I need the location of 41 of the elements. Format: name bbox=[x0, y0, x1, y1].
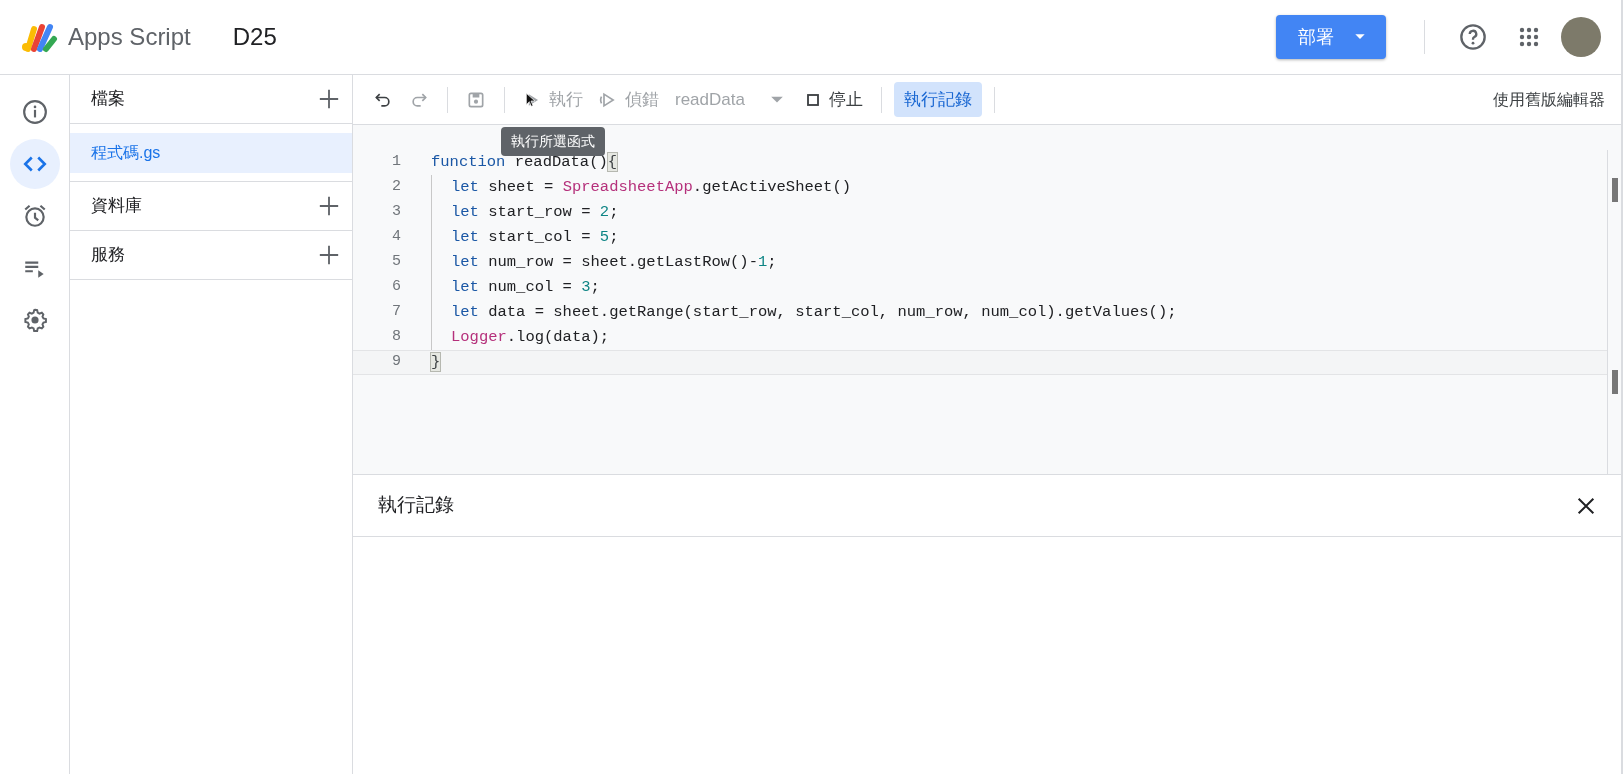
file-item[interactable]: 程式碼.gs bbox=[70, 133, 352, 173]
line-number: 8 bbox=[391, 327, 401, 348]
line-number: 5 bbox=[391, 252, 401, 273]
plus-icon bbox=[318, 195, 340, 217]
tooltip: 執行所選函式 bbox=[501, 127, 605, 156]
panel-title: 執行記錄 bbox=[378, 493, 454, 518]
line-number: 9 bbox=[391, 352, 401, 373]
apps-grid-icon bbox=[1517, 25, 1541, 49]
avatar[interactable] bbox=[1561, 17, 1601, 57]
stop-button[interactable]: 停止 bbox=[796, 82, 869, 117]
code-line: let start_col = 5; bbox=[451, 226, 619, 248]
code-line: let start_row = 2; bbox=[451, 201, 619, 223]
add-button[interactable] bbox=[318, 88, 340, 110]
plus-icon bbox=[318, 88, 340, 110]
deploy-button[interactable]: 部署 bbox=[1276, 15, 1386, 59]
plus-icon bbox=[318, 244, 340, 266]
section-title: 資料庫 bbox=[91, 195, 142, 218]
rail-button[interactable] bbox=[9, 139, 60, 189]
line-number: 2 bbox=[391, 177, 401, 198]
code-line: Logger.log(data); bbox=[451, 326, 610, 348]
code-line: let num_row = sheet.getLastRow()-1; bbox=[451, 251, 777, 273]
line-number: 7 bbox=[391, 302, 401, 323]
section-title: 檔案 bbox=[91, 88, 125, 111]
project-title: D25 bbox=[232, 22, 277, 52]
code-line: let num_col = 3; bbox=[451, 276, 600, 298]
line-number: 4 bbox=[391, 227, 401, 248]
app-name: Apps Script bbox=[68, 22, 191, 52]
section-title: 服務 bbox=[91, 244, 125, 267]
line-number: 3 bbox=[391, 202, 401, 223]
settings-icon bbox=[21, 307, 48, 333]
scrollbar[interactable] bbox=[1607, 150, 1621, 474]
add-button[interactable] bbox=[318, 195, 340, 217]
execution-log-button[interactable]: 執行記錄 bbox=[893, 81, 982, 118]
code-line: let sheet = SpreadsheetApp.getActiveSheet() bbox=[451, 176, 851, 198]
code-line: let data = sheet.getRange(start_row, start_col, num_row, num_col).getValues(); bbox=[451, 301, 1177, 323]
add-button[interactable] bbox=[318, 244, 340, 266]
line-number: 6 bbox=[391, 277, 401, 298]
legacy-editor-link[interactable]: 使用舊版編輯器 bbox=[1487, 86, 1611, 113]
info-icon bbox=[21, 99, 48, 125]
help-icon bbox=[1459, 23, 1487, 51]
line-number: 1 bbox=[391, 152, 401, 173]
